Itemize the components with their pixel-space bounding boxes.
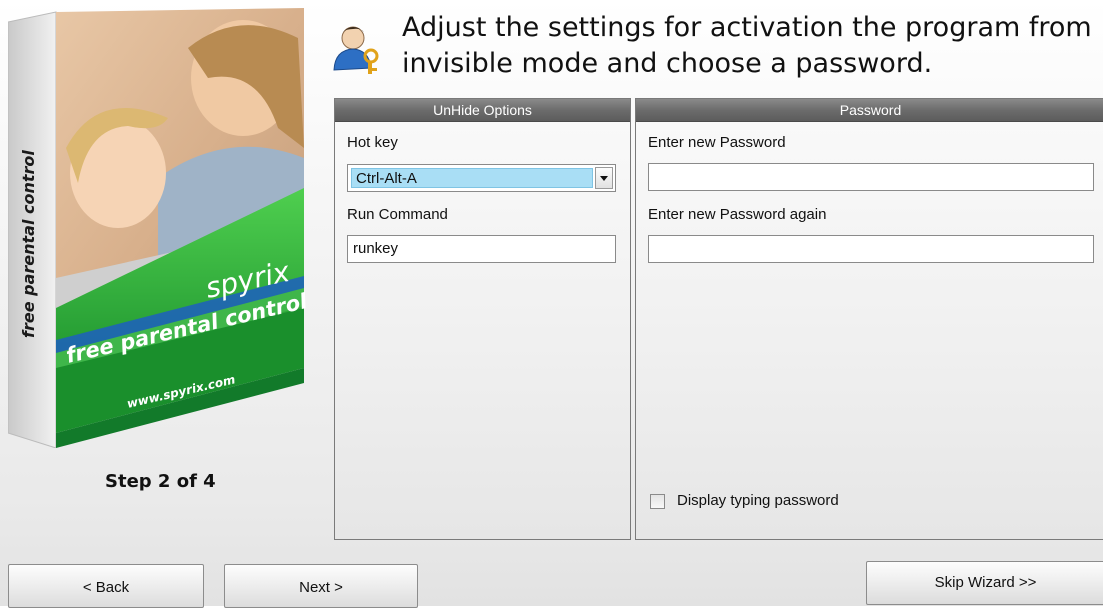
next-button-label: Next > — [299, 579, 343, 596]
back-button[interactable]: < Back — [8, 564, 204, 608]
hotkey-label: Hot key — [347, 134, 398, 151]
back-button-label: < Back — [82, 579, 130, 596]
new-password-label: Enter new Password — [648, 134, 786, 151]
confirm-password-input[interactable] — [648, 235, 1094, 263]
skip-wizard-button[interactable]: Skip Wizard >> — [866, 561, 1103, 605]
next-button[interactable]: Next > — [224, 564, 418, 608]
skip-wizard-button-label: Skip Wizard >> — [934, 574, 1037, 591]
page-title: Adjust the settings for activation the p… — [402, 12, 1092, 79]
hotkey-dropdown[interactable]: Ctrl-Alt-A — [347, 164, 616, 192]
hotkey-dropdown-button[interactable] — [595, 167, 613, 189]
new-password-input[interactable] — [648, 163, 1094, 191]
chevron-down-icon — [600, 176, 608, 181]
box-spine-text: free parental control — [19, 150, 38, 338]
password-header: Password — [636, 99, 1103, 122]
run-command-label: Run Command — [347, 206, 448, 223]
user-key-icon — [331, 22, 385, 76]
product-box-image: spyrix free parental control www.spyrix.… — [7, 8, 310, 449]
confirm-password-label: Enter new Password again — [648, 206, 827, 223]
display-typing-password-checkbox[interactable] — [650, 494, 665, 509]
display-typing-password-label: Display typing password — [677, 492, 839, 509]
unhide-options-header: UnHide Options — [335, 99, 630, 122]
hotkey-selected-value: Ctrl-Alt-A — [351, 168, 593, 188]
run-command-input[interactable]: runkey — [347, 235, 616, 263]
step-indicator: Step 2 of 4 — [105, 471, 216, 492]
